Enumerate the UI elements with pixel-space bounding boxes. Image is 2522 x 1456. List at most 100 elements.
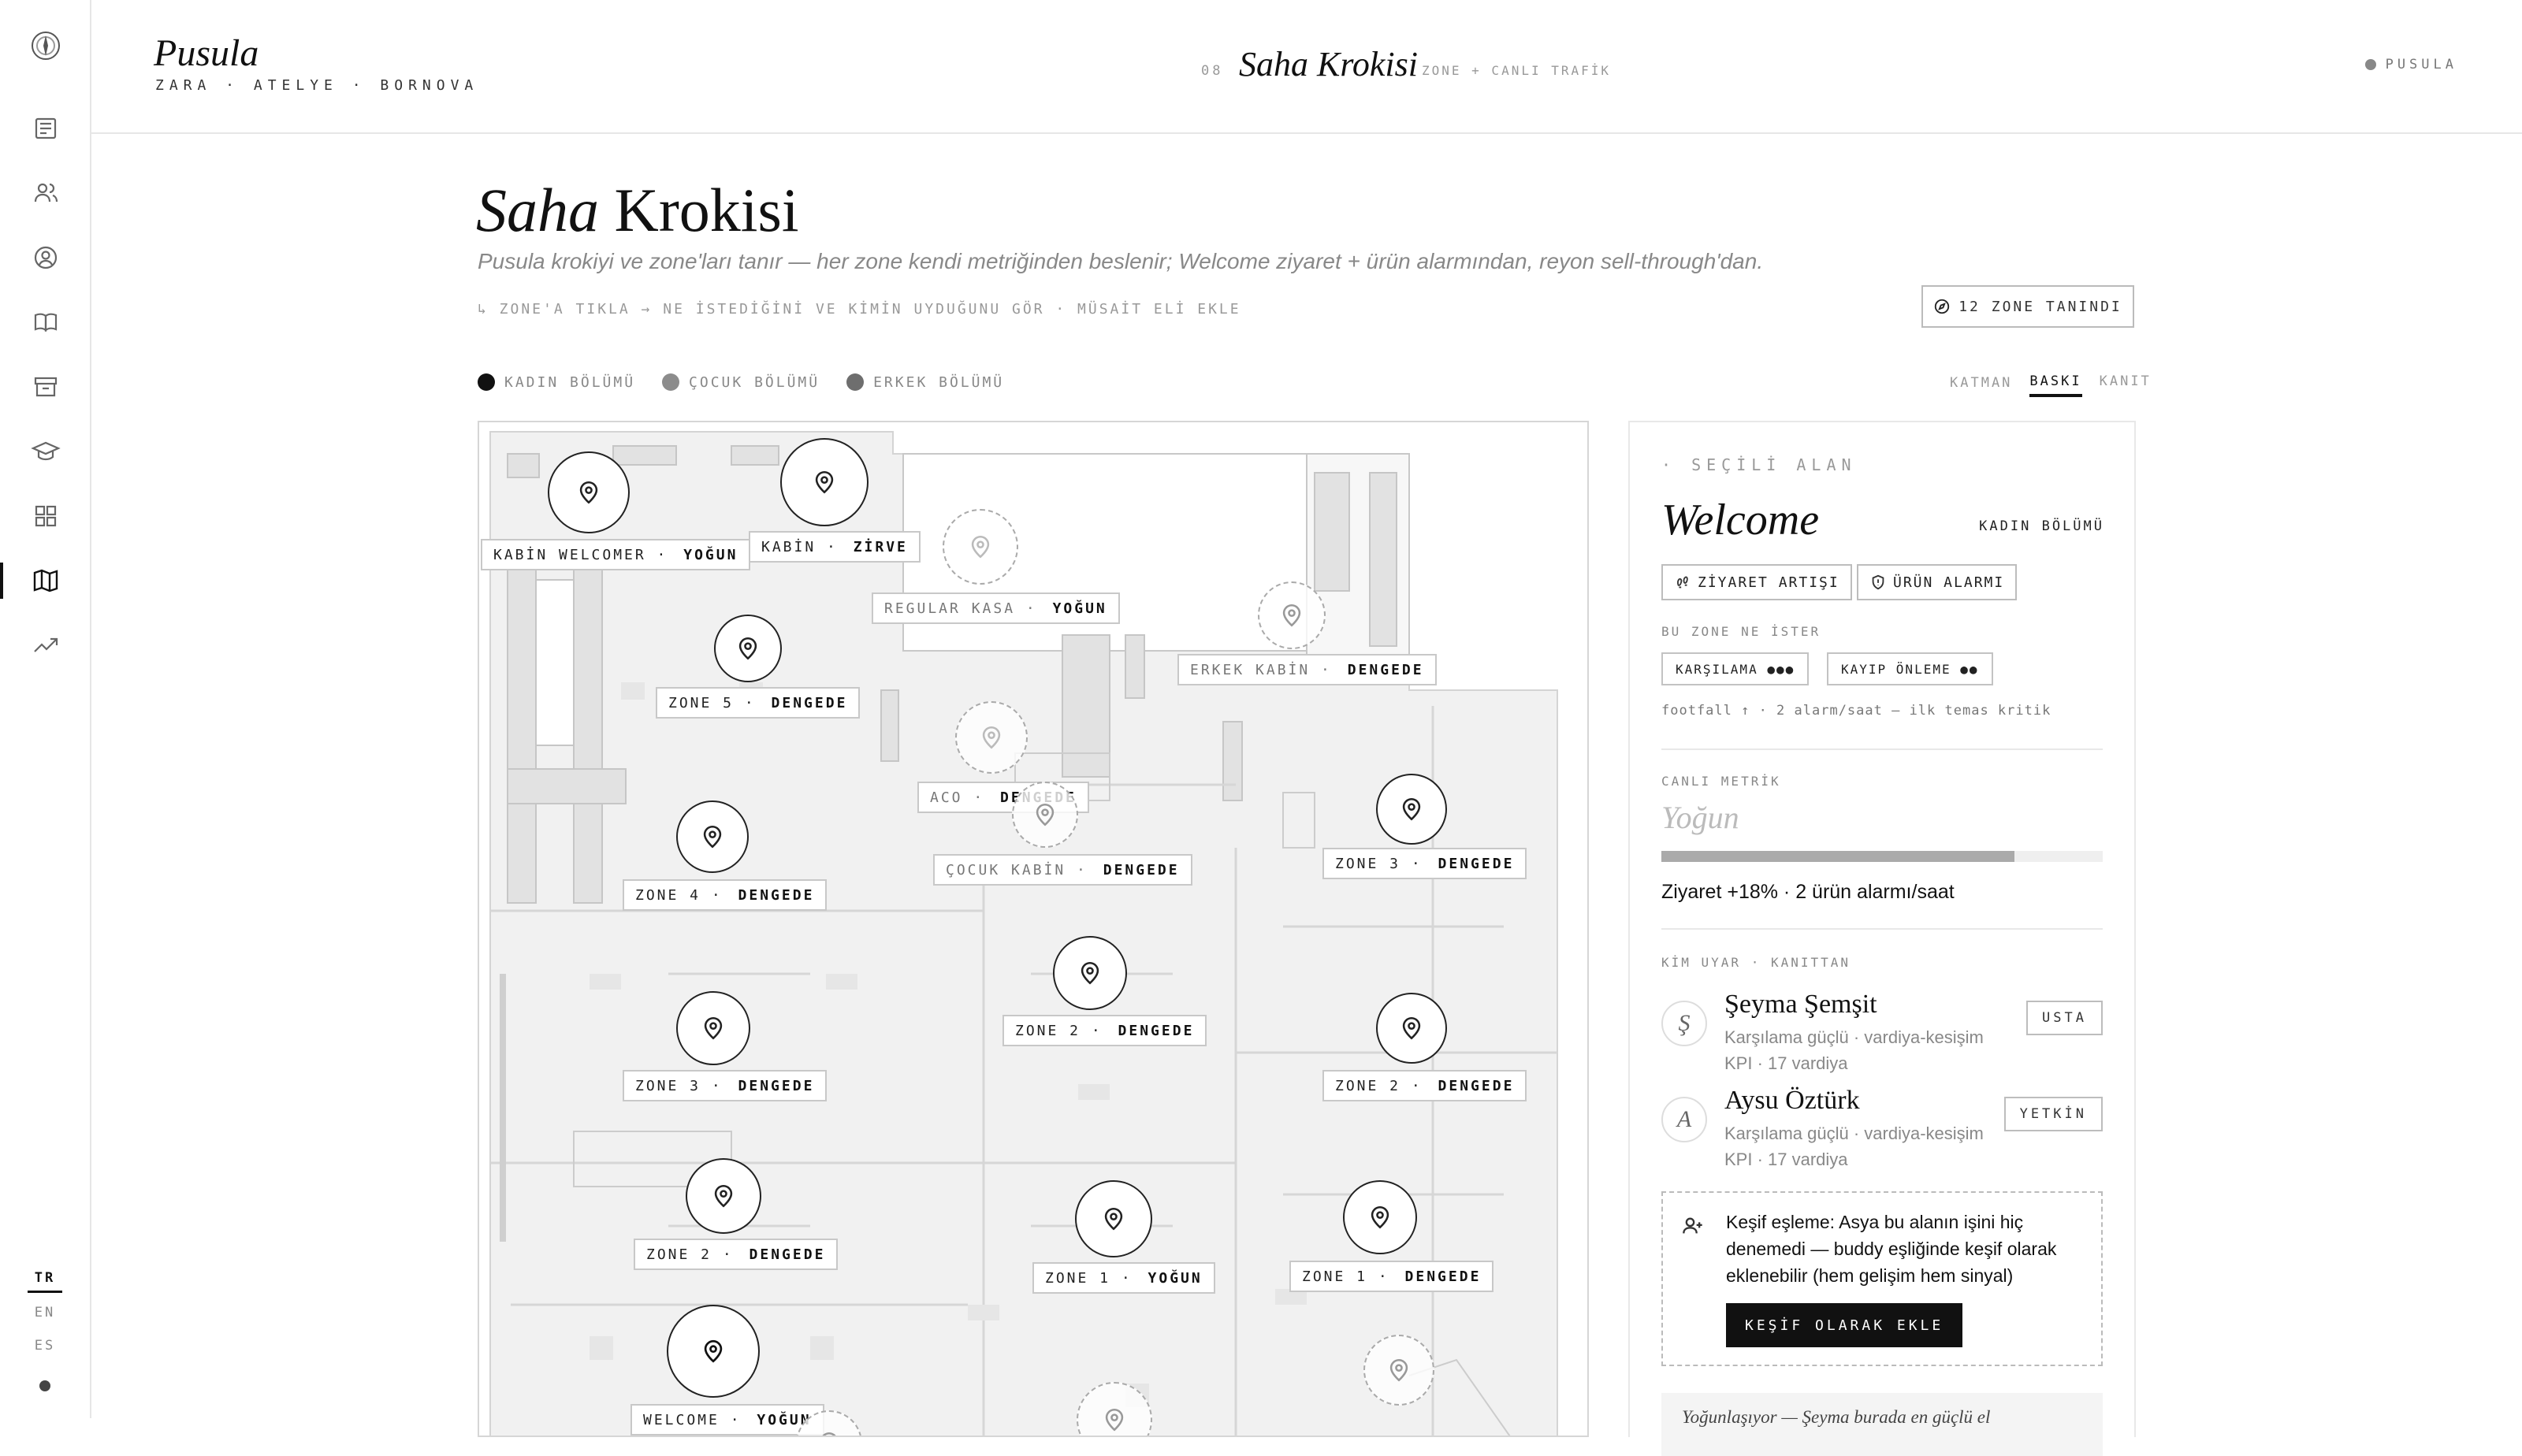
compass-icon: [1935, 299, 1950, 314]
zone-label[interactable]: KABİN WELCOMER · YOĞUN: [481, 539, 751, 570]
divider: [1661, 748, 2103, 750]
zone-label[interactable]: ZONE 2 · DENGEDE: [1322, 1070, 1527, 1101]
zone-marker-erkek-kabin[interactable]: [1258, 581, 1326, 649]
zone-marker-kabin[interactable]: [780, 438, 869, 526]
zone-marker-zone2-right[interactable]: [1376, 993, 1447, 1064]
add-as-discovery-button[interactable]: KEŞİF OLARAK EKLE: [1726, 1303, 1963, 1347]
zone-marker-welcome[interactable]: [667, 1305, 760, 1398]
grid-icon[interactable]: [29, 500, 62, 533]
chip-urun-alarmi[interactable]: ÜRÜN ALARMI: [1857, 564, 2018, 600]
newspaper-icon[interactable]: [29, 112, 62, 145]
chip-ziyaret-artisi[interactable]: ZİYARET ARTIŞI: [1661, 564, 1852, 600]
person-row[interactable]: A Aysu Öztürk Karşılama güçlü · vardiya-…: [1661, 1086, 2103, 1172]
zone-label[interactable]: ZONE 2 · DENGEDE: [1002, 1015, 1207, 1046]
zone-label[interactable]: ZONE 4 · DENGEDE: [623, 879, 828, 911]
zone-state: DENGEDE: [1438, 1077, 1515, 1094]
tab-baski[interactable]: BASKI: [2029, 373, 2082, 397]
zone-label[interactable]: ZONE 5 · DENGEDE: [656, 687, 861, 719]
zone-marker-zone1-center[interactable]: [1075, 1180, 1152, 1257]
zone-marker-unlabeled[interactable]: [1363, 1335, 1434, 1406]
person-row[interactable]: Ş Şeyma Şemşit Karşılama güçlü · vardiya…: [1661, 990, 2103, 1076]
zone-label[interactable]: ZONE 3 · DENGEDE: [1322, 848, 1527, 879]
zone-name: ÇOCUK KABİN: [946, 861, 1066, 878]
status-indicator[interactable]: PUSULA: [2364, 57, 2457, 72]
users-icon[interactable]: [29, 176, 62, 210]
legend: KADIN BÖLÜMÜ ÇOCUK BÖLÜMÜ ERKEK BÖLÜMÜ: [478, 373, 1004, 391]
zone-marker-regular-kasa[interactable]: [943, 509, 1018, 585]
zone-state: YOĞUN: [1052, 600, 1107, 617]
role-badge[interactable]: USTA: [2026, 1001, 2103, 1035]
divider: [1661, 928, 2103, 930]
language-es[interactable]: ES: [0, 1338, 90, 1354]
section-title: Saha Krokisi: [1239, 45, 1418, 84]
zone-marker-aco[interactable]: [955, 701, 1028, 774]
zone-marker-kabin-welcomer[interactable]: [548, 451, 630, 533]
legend-label: ÇOCUK BÖLÜMÜ: [689, 373, 820, 391]
zone-name: ZONE 3: [635, 1077, 701, 1094]
tab-kanit[interactable]: KANIT: [2100, 373, 2152, 389]
zone-label[interactable]: ÇOCUK KABİN · DENGEDE: [933, 854, 1192, 886]
zone-name: WELCOME: [643, 1411, 720, 1428]
book-icon[interactable]: [29, 306, 62, 339]
zone-marker-zone3-left[interactable]: [676, 991, 750, 1065]
graduation-cap-icon[interactable]: [29, 435, 62, 468]
chip-label: ÜRÜN ALARMI: [1893, 574, 2005, 591]
map-pin-icon: [982, 726, 1001, 749]
metric-text: Ziyaret +18% · 2 ürün alarmı/saat: [1661, 881, 1955, 903]
need-badge: KAYIP ÖNLEME ●●: [1827, 652, 1993, 685]
zone-name: ZONE 4: [635, 886, 701, 904]
map-pin-icon: [971, 535, 990, 559]
zone-marker-zone5[interactable]: [714, 615, 782, 682]
zone-marker-zone4[interactable]: [676, 800, 749, 873]
layer-tabs: KATMAN BASKI KANIT: [1950, 373, 2152, 397]
zone-label[interactable]: WELCOME · YOĞUN: [630, 1404, 824, 1436]
map-pin-icon: [1081, 961, 1099, 985]
zone-state: YOĞUN: [683, 546, 738, 563]
avatar: Ş: [1661, 1001, 1707, 1046]
zone-name: KABİN WELCOMER: [493, 546, 646, 563]
map-icon[interactable]: [29, 564, 62, 597]
zone-marker-zone2-center[interactable]: [1053, 936, 1127, 1010]
person-name: Aysu Öztürk: [1724, 1086, 1860, 1115]
zone-marker-zone1-right[interactable]: [1343, 1180, 1417, 1254]
zone-name: ZONE 2: [646, 1246, 712, 1263]
language-tr[interactable]: TR: [0, 1270, 90, 1293]
person-description: Karşılama güçlü · vardiya-kesişim KPI · …: [1724, 1027, 1984, 1073]
need-badge: KARŞILAMA ●●●: [1661, 652, 1810, 685]
map-pin-icon: [704, 1016, 723, 1040]
legend-item-kadin: KADIN BÖLÜMÜ: [478, 373, 635, 391]
zone-name: REGULAR KASA: [884, 600, 1016, 617]
zone-count-badge[interactable]: 12 ZONE TANINDI: [1921, 285, 2134, 328]
zone-state: DENGEDE: [771, 694, 848, 711]
page-hint: ↳ ZONE'A TIKLA → NE İSTEDİĞİNİ VE KİMİN …: [478, 301, 1241, 318]
role-badge[interactable]: YETKİN: [2003, 1097, 2103, 1131]
zone-label[interactable]: ZONE 2 · DENGEDE: [634, 1239, 839, 1270]
zone-state: DENGEDE: [738, 1077, 815, 1094]
zone-state: DENGEDE: [738, 886, 815, 904]
brand-title[interactable]: Pusula: [154, 32, 259, 75]
active-indicator: [0, 563, 3, 599]
zone-label[interactable]: ZONE 1 · YOĞUN: [1032, 1262, 1215, 1294]
zone-label[interactable]: ERKEK KABİN · DENGEDE: [1177, 654, 1437, 685]
zone-name: ACO: [930, 789, 963, 806]
language-en[interactable]: EN: [0, 1305, 90, 1320]
zone-label[interactable]: KABİN · ZİRVE: [749, 531, 921, 563]
user-circle-icon[interactable]: [29, 241, 62, 274]
map-pin-icon: [1282, 604, 1301, 627]
needs-label: BU ZONE NE İSTER: [1661, 624, 1821, 639]
zone-label[interactable]: ZONE 3 · DENGEDE: [623, 1070, 828, 1101]
zone-marker-zone2-left[interactable]: [686, 1158, 761, 1234]
trending-up-icon[interactable]: [29, 629, 62, 662]
zone-marker-zone3-right[interactable]: [1376, 774, 1447, 845]
zone-label[interactable]: ZONE 1 · DENGEDE: [1289, 1261, 1494, 1292]
zone-marker-cocuk-kabin[interactable]: [1012, 782, 1078, 848]
archive-icon[interactable]: [29, 370, 62, 403]
compass-icon[interactable]: [29, 29, 62, 62]
zone-state: ZİRVE: [853, 538, 908, 555]
zone-state: DENGEDE: [1118, 1022, 1195, 1039]
zone-state: DENGEDE: [1438, 855, 1515, 872]
zone-name: ZONE 5: [668, 694, 735, 711]
floor-map[interactable]: KABİN WELCOMER · YOĞUN KABİN · ZİRVE REG…: [478, 421, 1589, 1437]
status-label: PUSULA: [2385, 57, 2457, 72]
zone-label[interactable]: REGULAR KASA · YOĞUN: [872, 592, 1120, 624]
